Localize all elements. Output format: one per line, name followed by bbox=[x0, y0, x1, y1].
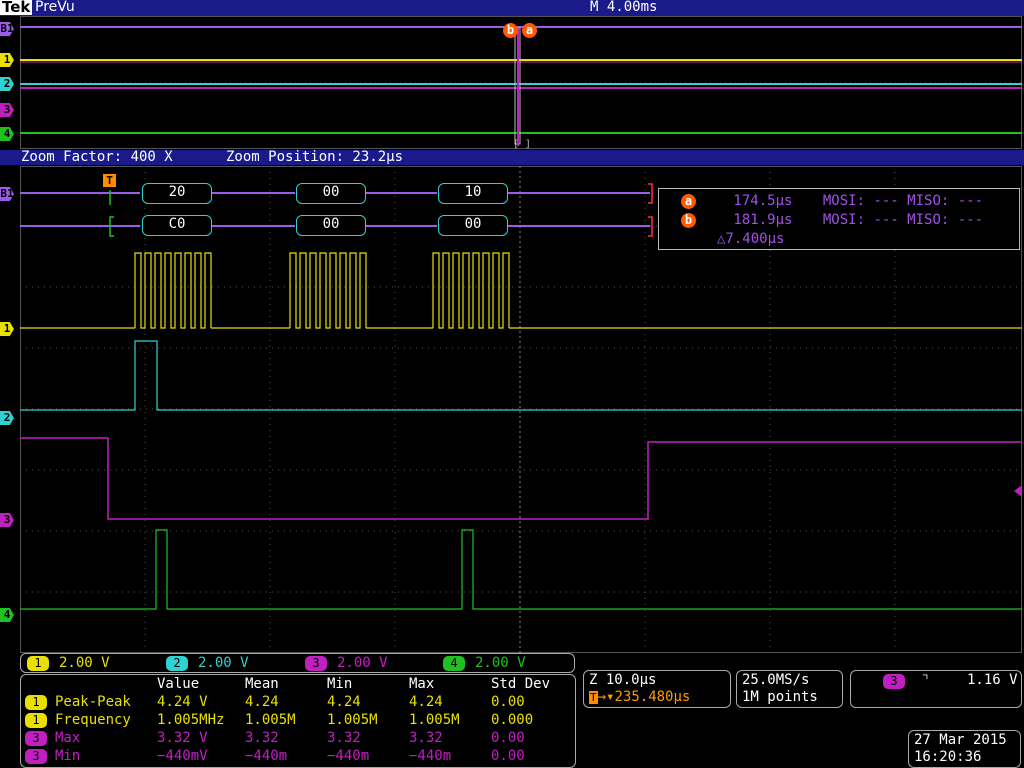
meas-header-mean: Mean bbox=[245, 676, 279, 692]
meas-max: 4.24 bbox=[409, 694, 443, 710]
meas-row-badge: 3 bbox=[25, 731, 47, 746]
meas-mean: 1.005M bbox=[245, 712, 296, 728]
cursor-b-time: 181.9µs bbox=[733, 212, 793, 228]
meas-std: 0.000 bbox=[491, 712, 534, 728]
meas-row-frequency[interactable]: 1 Frequency 1.005MHz 1.005M 1.005M 1.005… bbox=[25, 711, 575, 729]
meas-row-peak-peak[interactable]: 1 Peak-Peak 4.24 V 4.24 4.24 4.24 0.00 bbox=[25, 693, 575, 711]
cursor-b-icon: b bbox=[681, 213, 696, 228]
miso-byte-3: 00 bbox=[438, 215, 508, 236]
cursor-a-decode: MOSI: --- MISO: --- bbox=[822, 193, 984, 209]
meas-mean: 4.24 bbox=[245, 694, 279, 710]
meas-value: 1.005MHz bbox=[157, 712, 225, 728]
meas-name: Frequency bbox=[55, 712, 131, 728]
horizontal-readout[interactable]: Z 10.0µs T→▾235.480µs bbox=[583, 670, 731, 708]
ch1-scale-value: 2.00 V bbox=[59, 655, 110, 671]
main-waveforms bbox=[20, 166, 1022, 653]
trigger-readout[interactable]: 3 ⌝ 1.16 V bbox=[850, 670, 1022, 708]
cursor-a-row: a 174.5µs MOSI: --- MISO: --- bbox=[681, 192, 983, 210]
acquisition-readout[interactable]: 25.0MS/s 1M points bbox=[736, 670, 843, 708]
meas-std: 0.00 bbox=[491, 748, 525, 764]
trigger-position-row: T→▾235.480µs bbox=[589, 689, 690, 706]
ch4-scale-value: 2.00 V bbox=[475, 655, 526, 671]
ch1-trace bbox=[20, 252, 1022, 329]
meas-min: 4.24 bbox=[327, 694, 361, 710]
cursor-a-icon: a bbox=[681, 194, 696, 209]
ch4-trace bbox=[20, 529, 1022, 610]
meas-min: 1.005M bbox=[327, 712, 378, 728]
meas-header-value: Value bbox=[157, 676, 200, 692]
meas-min: 3.32 bbox=[327, 730, 361, 746]
trigger-source-badge: 3 bbox=[883, 674, 905, 689]
meas-max: −440m bbox=[409, 748, 452, 764]
ch3-scale-badge: 3 bbox=[305, 656, 327, 671]
trigger-slope-icon: ⌝ bbox=[921, 672, 930, 688]
time-label: 16:20:36 bbox=[914, 749, 982, 765]
meas-name: Min bbox=[55, 748, 81, 764]
cursor-readout-panel: a 174.5µs MOSI: --- MISO: --- b 181.9µs … bbox=[658, 188, 1020, 250]
meas-value: 3.32 V bbox=[157, 730, 208, 746]
ch1-scale-badge: 1 bbox=[27, 656, 49, 671]
meas-header-max: Max bbox=[409, 676, 435, 692]
meas-row-badge: 1 bbox=[25, 695, 47, 710]
meas-min: −440m bbox=[327, 748, 370, 764]
meas-header-stddev: Std Dev bbox=[491, 676, 551, 692]
measurements-panel: Value Mean Min Max Std Dev 1 Peak-Peak 4… bbox=[20, 674, 576, 768]
date-label: 27 Mar 2015 bbox=[914, 732, 1007, 748]
ch4-scale[interactable]: 4 2.00 V bbox=[443, 655, 526, 672]
ch3-offscreen-indicator bbox=[1014, 485, 1022, 497]
ch4-scale-badge: 4 bbox=[443, 656, 465, 671]
mosi-byte-3: 10 bbox=[438, 183, 508, 204]
trigger-arrow-icon: →▾ bbox=[597, 689, 615, 705]
record-length: 1M points bbox=[742, 689, 818, 705]
mosi-byte-1: 20 bbox=[142, 183, 212, 204]
meas-value: 4.24 V bbox=[157, 694, 208, 710]
meas-max: 3.32 bbox=[409, 730, 443, 746]
meas-row-min[interactable]: 3 Min −440mV −440m −440m −440m 0.00 bbox=[25, 747, 575, 765]
meas-name: Max bbox=[55, 730, 81, 746]
cursor-delta: △7.400µs bbox=[717, 231, 785, 247]
ch2-scale-badge: 2 bbox=[166, 656, 188, 671]
zoom-scale: Z 10.0µs bbox=[589, 672, 657, 688]
cursor-b-decode: MOSI: --- MISO: --- bbox=[822, 212, 984, 228]
ch3-trace bbox=[20, 437, 1022, 520]
miso-byte-1: C0 bbox=[142, 215, 212, 236]
meas-mean: 3.32 bbox=[245, 730, 279, 746]
trigger-position-value: 235.480µs bbox=[614, 689, 691, 705]
meas-std: 0.00 bbox=[491, 730, 525, 746]
meas-header-min: Min bbox=[327, 676, 353, 692]
ch2-scale[interactable]: 2 2.00 V bbox=[166, 655, 249, 672]
trigger-symbol-icon: T bbox=[589, 691, 598, 704]
ch2-trace bbox=[20, 340, 1022, 411]
meas-row-max[interactable]: 3 Max 3.32 V 3.32 3.32 3.32 0.00 bbox=[25, 729, 575, 747]
cursor-a-time: 174.5µs bbox=[733, 193, 793, 209]
meas-max: 1.005M bbox=[409, 712, 460, 728]
sample-rate: 25.0MS/s bbox=[742, 672, 810, 688]
meas-value: −440mV bbox=[157, 748, 208, 764]
cursor-b-row: b 181.9µs MOSI: --- MISO: --- bbox=[681, 211, 983, 229]
ch3-scale[interactable]: 3 2.00 V bbox=[305, 655, 388, 672]
meas-row-badge: 1 bbox=[25, 713, 47, 728]
miso-byte-2: 00 bbox=[296, 215, 366, 236]
vertical-scale-bar: 1 2.00 V 2 2.00 V 3 2.00 V 4 2.00 V bbox=[20, 653, 575, 673]
meas-mean: −440m bbox=[245, 748, 288, 764]
mosi-byte-2: 00 bbox=[296, 183, 366, 204]
meas-row-badge: 3 bbox=[25, 749, 47, 764]
meas-std: 0.00 bbox=[491, 694, 525, 710]
ch1-scale[interactable]: 1 2.00 V bbox=[27, 655, 110, 672]
ch2-scale-value: 2.00 V bbox=[198, 655, 249, 671]
trigger-level: 1.16 V bbox=[967, 672, 1018, 688]
meas-name: Peak-Peak bbox=[55, 694, 131, 710]
ch3-scale-value: 2.00 V bbox=[337, 655, 388, 671]
trigger-position-icon[interactable]: T bbox=[103, 174, 116, 187]
datetime-box: 27 Mar 2015 16:20:36 bbox=[908, 730, 1021, 768]
